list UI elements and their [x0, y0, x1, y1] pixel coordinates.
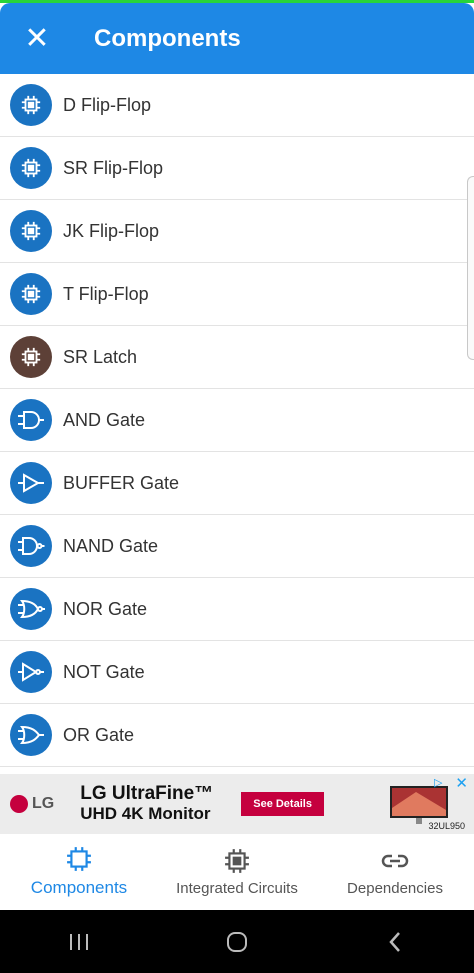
recent-apps-button[interactable]: [49, 917, 109, 967]
components-list[interactable]: D Flip-Flop SR Flip-Flop JK Flip-Flop T …: [0, 74, 474, 774]
list-item[interactable]: NOT Gate: [0, 641, 474, 704]
chip-icon: [10, 336, 52, 378]
see-details-button[interactable]: See Details: [241, 792, 324, 816]
tab-label: Dependencies: [347, 879, 443, 897]
list-item[interactable]: T Flip-Flop: [0, 263, 474, 326]
lg-logo: LG: [10, 795, 54, 813]
chip-icon: [67, 847, 91, 871]
list-item[interactable]: NAND Gate: [0, 515, 474, 578]
list-item-label: T Flip-Flop: [63, 283, 149, 304]
back-icon: [389, 931, 400, 952]
list-item-label: JK Flip-Flop: [63, 220, 160, 241]
list-item-label: NOR Gate: [63, 598, 148, 619]
bottom-tabs: Components Integrated Circuits Dependenc…: [0, 834, 474, 910]
buffer-gate-icon: [10, 462, 52, 504]
lg-logo-text: LG: [32, 795, 55, 812]
list-item-label: D Flip-Flop: [63, 94, 152, 115]
list-item-label: NOT Gate: [63, 661, 145, 682]
and-gate-icon: [10, 399, 52, 441]
list-item[interactable]: SR Latch: [0, 326, 474, 389]
chip-icon: [10, 147, 52, 189]
list-item-label: BUFFER Gate: [63, 472, 180, 493]
home-button[interactable]: [207, 917, 267, 967]
ad-text: LG UltraFine™ UHD 4K Monitor: [80, 784, 213, 824]
list-item-label: SR Latch: [63, 346, 138, 367]
list-item[interactable]: D Flip-Flop: [0, 74, 474, 137]
list-item[interactable]: AND Gate: [0, 389, 474, 452]
nor-gate-icon: [10, 588, 52, 630]
link-icon: [381, 854, 409, 867]
tab-label: Components: [30, 878, 128, 897]
chip-icon: [10, 210, 52, 252]
list-item-label: NAND Gate: [63, 535, 159, 556]
scrollbar[interactable]: [467, 176, 474, 360]
nand-gate-icon: [10, 525, 52, 567]
ad-subtitle: UHD 4K Monitor: [80, 804, 211, 823]
list-item[interactable]: SR Flip-Flop: [0, 137, 474, 200]
or-gate-icon: [10, 714, 52, 756]
ad-model: 32UL950: [428, 821, 465, 831]
tab-integrated-circuits[interactable]: Integrated Circuits: [158, 834, 316, 910]
chip-icon: [225, 848, 249, 873]
ad-choices-icon[interactable]: ▷: [434, 776, 448, 790]
list-item[interactable]: BUFFER Gate: [0, 452, 474, 515]
chip-icon: [10, 273, 52, 315]
list-item[interactable]: OR Gate: [0, 704, 474, 767]
recent-apps-icon: [70, 933, 88, 950]
list-item[interactable]: JK Flip-Flop: [0, 200, 474, 263]
page-title: Components: [94, 24, 241, 52]
system-nav-bar: [0, 910, 474, 973]
ad-banner[interactable]: LG LG UltraFine™ UHD 4K Monitor See Deta…: [0, 774, 474, 834]
close-button[interactable]: ✕: [0, 3, 74, 74]
list-item-label: SR Flip-Flop: [63, 157, 164, 178]
ad-close-icon[interactable]: ✕: [455, 774, 468, 792]
app-bar: ✕ Components: [0, 3, 474, 74]
list-item-label: OR Gate: [63, 724, 135, 745]
chip-icon: [10, 84, 52, 126]
close-icon: ✕: [24, 22, 50, 55]
home-icon: [227, 931, 247, 952]
back-button[interactable]: [365, 917, 425, 967]
tab-dependencies[interactable]: Dependencies: [316, 834, 474, 910]
list-item[interactable]: NOR Gate: [0, 578, 474, 641]
list-item-label: AND Gate: [63, 409, 146, 430]
not-gate-icon: [10, 651, 52, 693]
tab-components[interactable]: Components: [0, 834, 158, 910]
tab-label: Integrated Circuits: [176, 879, 298, 897]
ad-title: LG UltraFine™: [80, 783, 214, 804]
lg-logo-mark: [10, 795, 28, 813]
